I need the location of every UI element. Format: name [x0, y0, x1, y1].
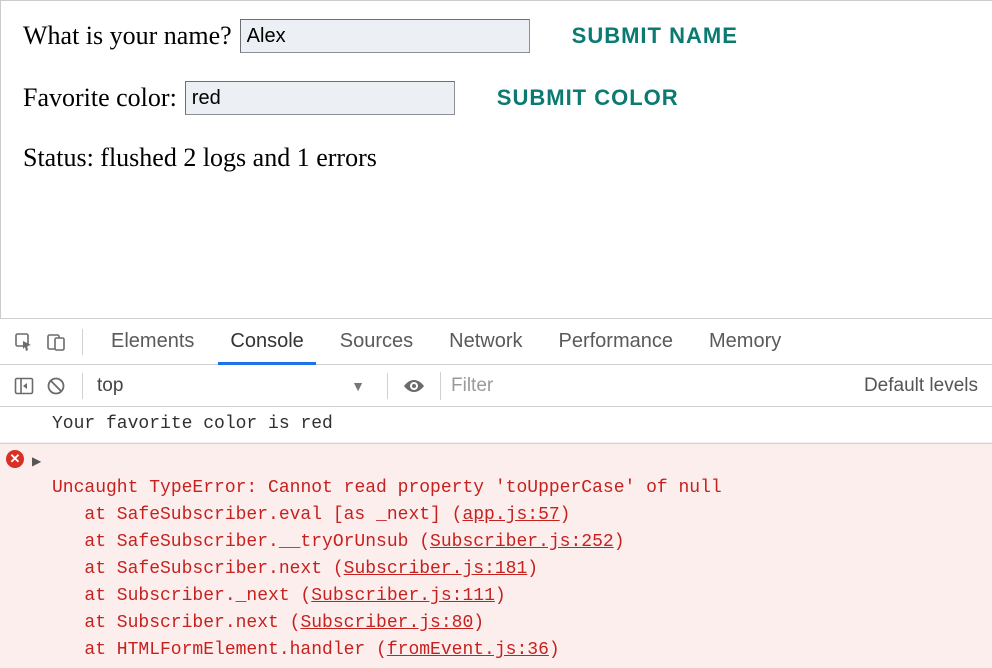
- stack-text: at HTMLFormElement.handler (: [84, 640, 386, 660]
- stack-frame: at SafeSubscriber.eval [as _next] (app.j…: [52, 505, 570, 525]
- console-sidebar-toggle-icon[interactable]: [10, 372, 38, 400]
- source-link[interactable]: app.js:57: [462, 505, 559, 525]
- console-filter-input[interactable]: [440, 372, 850, 400]
- stack-frame: at SafeSubscriber.next (Subscriber.js:18…: [52, 559, 538, 579]
- error-headline: Uncaught TypeError: Cannot read property…: [52, 478, 722, 498]
- device-toolbar-icon[interactable]: [42, 328, 70, 356]
- divider: [387, 373, 388, 399]
- stack-text: ): [527, 559, 538, 579]
- divider: [82, 329, 83, 355]
- context-label: top: [97, 375, 123, 397]
- execution-context-selector[interactable]: top ▼: [97, 375, 377, 397]
- chevron-down-icon: ▼: [351, 378, 365, 394]
- app-page: What is your name? SUBMIT NAME Favorite …: [1, 1, 992, 183]
- tab-elements[interactable]: Elements: [93, 319, 212, 364]
- console-log-row: Your favorite color is red: [0, 407, 992, 443]
- source-link[interactable]: fromEvent.js:36: [387, 640, 549, 660]
- color-label: Favorite color:: [23, 83, 177, 113]
- stack-text: ): [560, 505, 571, 525]
- live-expression-icon[interactable]: [400, 372, 428, 400]
- color-form-row: Favorite color: SUBMIT COLOR: [23, 81, 972, 115]
- submit-color-button[interactable]: SUBMIT COLOR: [497, 85, 679, 111]
- tab-memory[interactable]: Memory: [691, 319, 799, 364]
- inspect-element-icon[interactable]: [10, 328, 38, 356]
- stack-text: at SafeSubscriber.eval [as _next] (: [84, 505, 462, 525]
- submit-name-button[interactable]: SUBMIT NAME: [572, 23, 738, 49]
- log-level-selector[interactable]: Default levels: [850, 375, 984, 397]
- devtools-tabstrip: Elements Console Sources Network Perform…: [0, 319, 992, 365]
- status-prefix: Status:: [23, 143, 100, 172]
- color-input[interactable]: [185, 81, 455, 115]
- console-log-message: Your favorite color is red: [52, 411, 984, 438]
- tab-performance[interactable]: Performance: [541, 319, 692, 364]
- stack-text: at Subscriber.next (: [84, 613, 300, 633]
- name-form-row: What is your name? SUBMIT NAME: [23, 19, 972, 53]
- status-line: Status: flushed 2 logs and 1 errors: [23, 143, 972, 173]
- divider: [82, 373, 83, 399]
- source-link[interactable]: Subscriber.js:111: [311, 586, 495, 606]
- row-gutter: [6, 411, 52, 413]
- stack-text: ): [614, 532, 625, 552]
- stack-text: at Subscriber._next (: [84, 586, 311, 606]
- tab-console[interactable]: Console: [212, 319, 321, 364]
- clear-console-icon[interactable]: [42, 372, 70, 400]
- stack-frame: at SafeSubscriber.__tryOrUnsub (Subscrib…: [52, 532, 625, 552]
- stack-text: at SafeSubscriber.next (: [84, 559, 343, 579]
- console-error-message: Uncaught TypeError: Cannot read property…: [52, 448, 984, 664]
- source-link[interactable]: Subscriber.js:80: [300, 613, 473, 633]
- stack-frame: at Subscriber.next (Subscriber.js:80): [52, 613, 484, 633]
- stack-text: ): [495, 586, 506, 606]
- status-text: flushed 2 logs and 1 errors: [100, 143, 377, 172]
- stack-frame: at Subscriber._next (Subscriber.js:111): [52, 586, 506, 606]
- name-label: What is your name?: [23, 21, 232, 51]
- stack-text: at SafeSubscriber.__tryOrUnsub (: [84, 532, 430, 552]
- console-output: Your favorite color is red ✕ ▶ Uncaught …: [0, 407, 992, 669]
- tab-sources[interactable]: Sources: [322, 319, 431, 364]
- disclosure-triangle-icon[interactable]: ▶: [32, 453, 41, 471]
- error-icon: ✕: [6, 450, 24, 468]
- stack-text: ): [549, 640, 560, 660]
- name-input[interactable]: [240, 19, 530, 53]
- tab-network[interactable]: Network: [431, 319, 540, 364]
- console-error-row: ✕ ▶ Uncaught TypeError: Cannot read prop…: [0, 443, 992, 669]
- row-gutter: ✕ ▶: [6, 448, 52, 471]
- source-link[interactable]: Subscriber.js:252: [430, 532, 614, 552]
- stack-text: ): [473, 613, 484, 633]
- stack-frame: at HTMLFormElement.handler (fromEvent.js…: [52, 640, 560, 660]
- source-link[interactable]: Subscriber.js:181: [344, 559, 528, 579]
- devtools-panel: Elements Console Sources Network Perform…: [0, 318, 992, 668]
- console-toolbar: top ▼ Default levels: [0, 365, 992, 407]
